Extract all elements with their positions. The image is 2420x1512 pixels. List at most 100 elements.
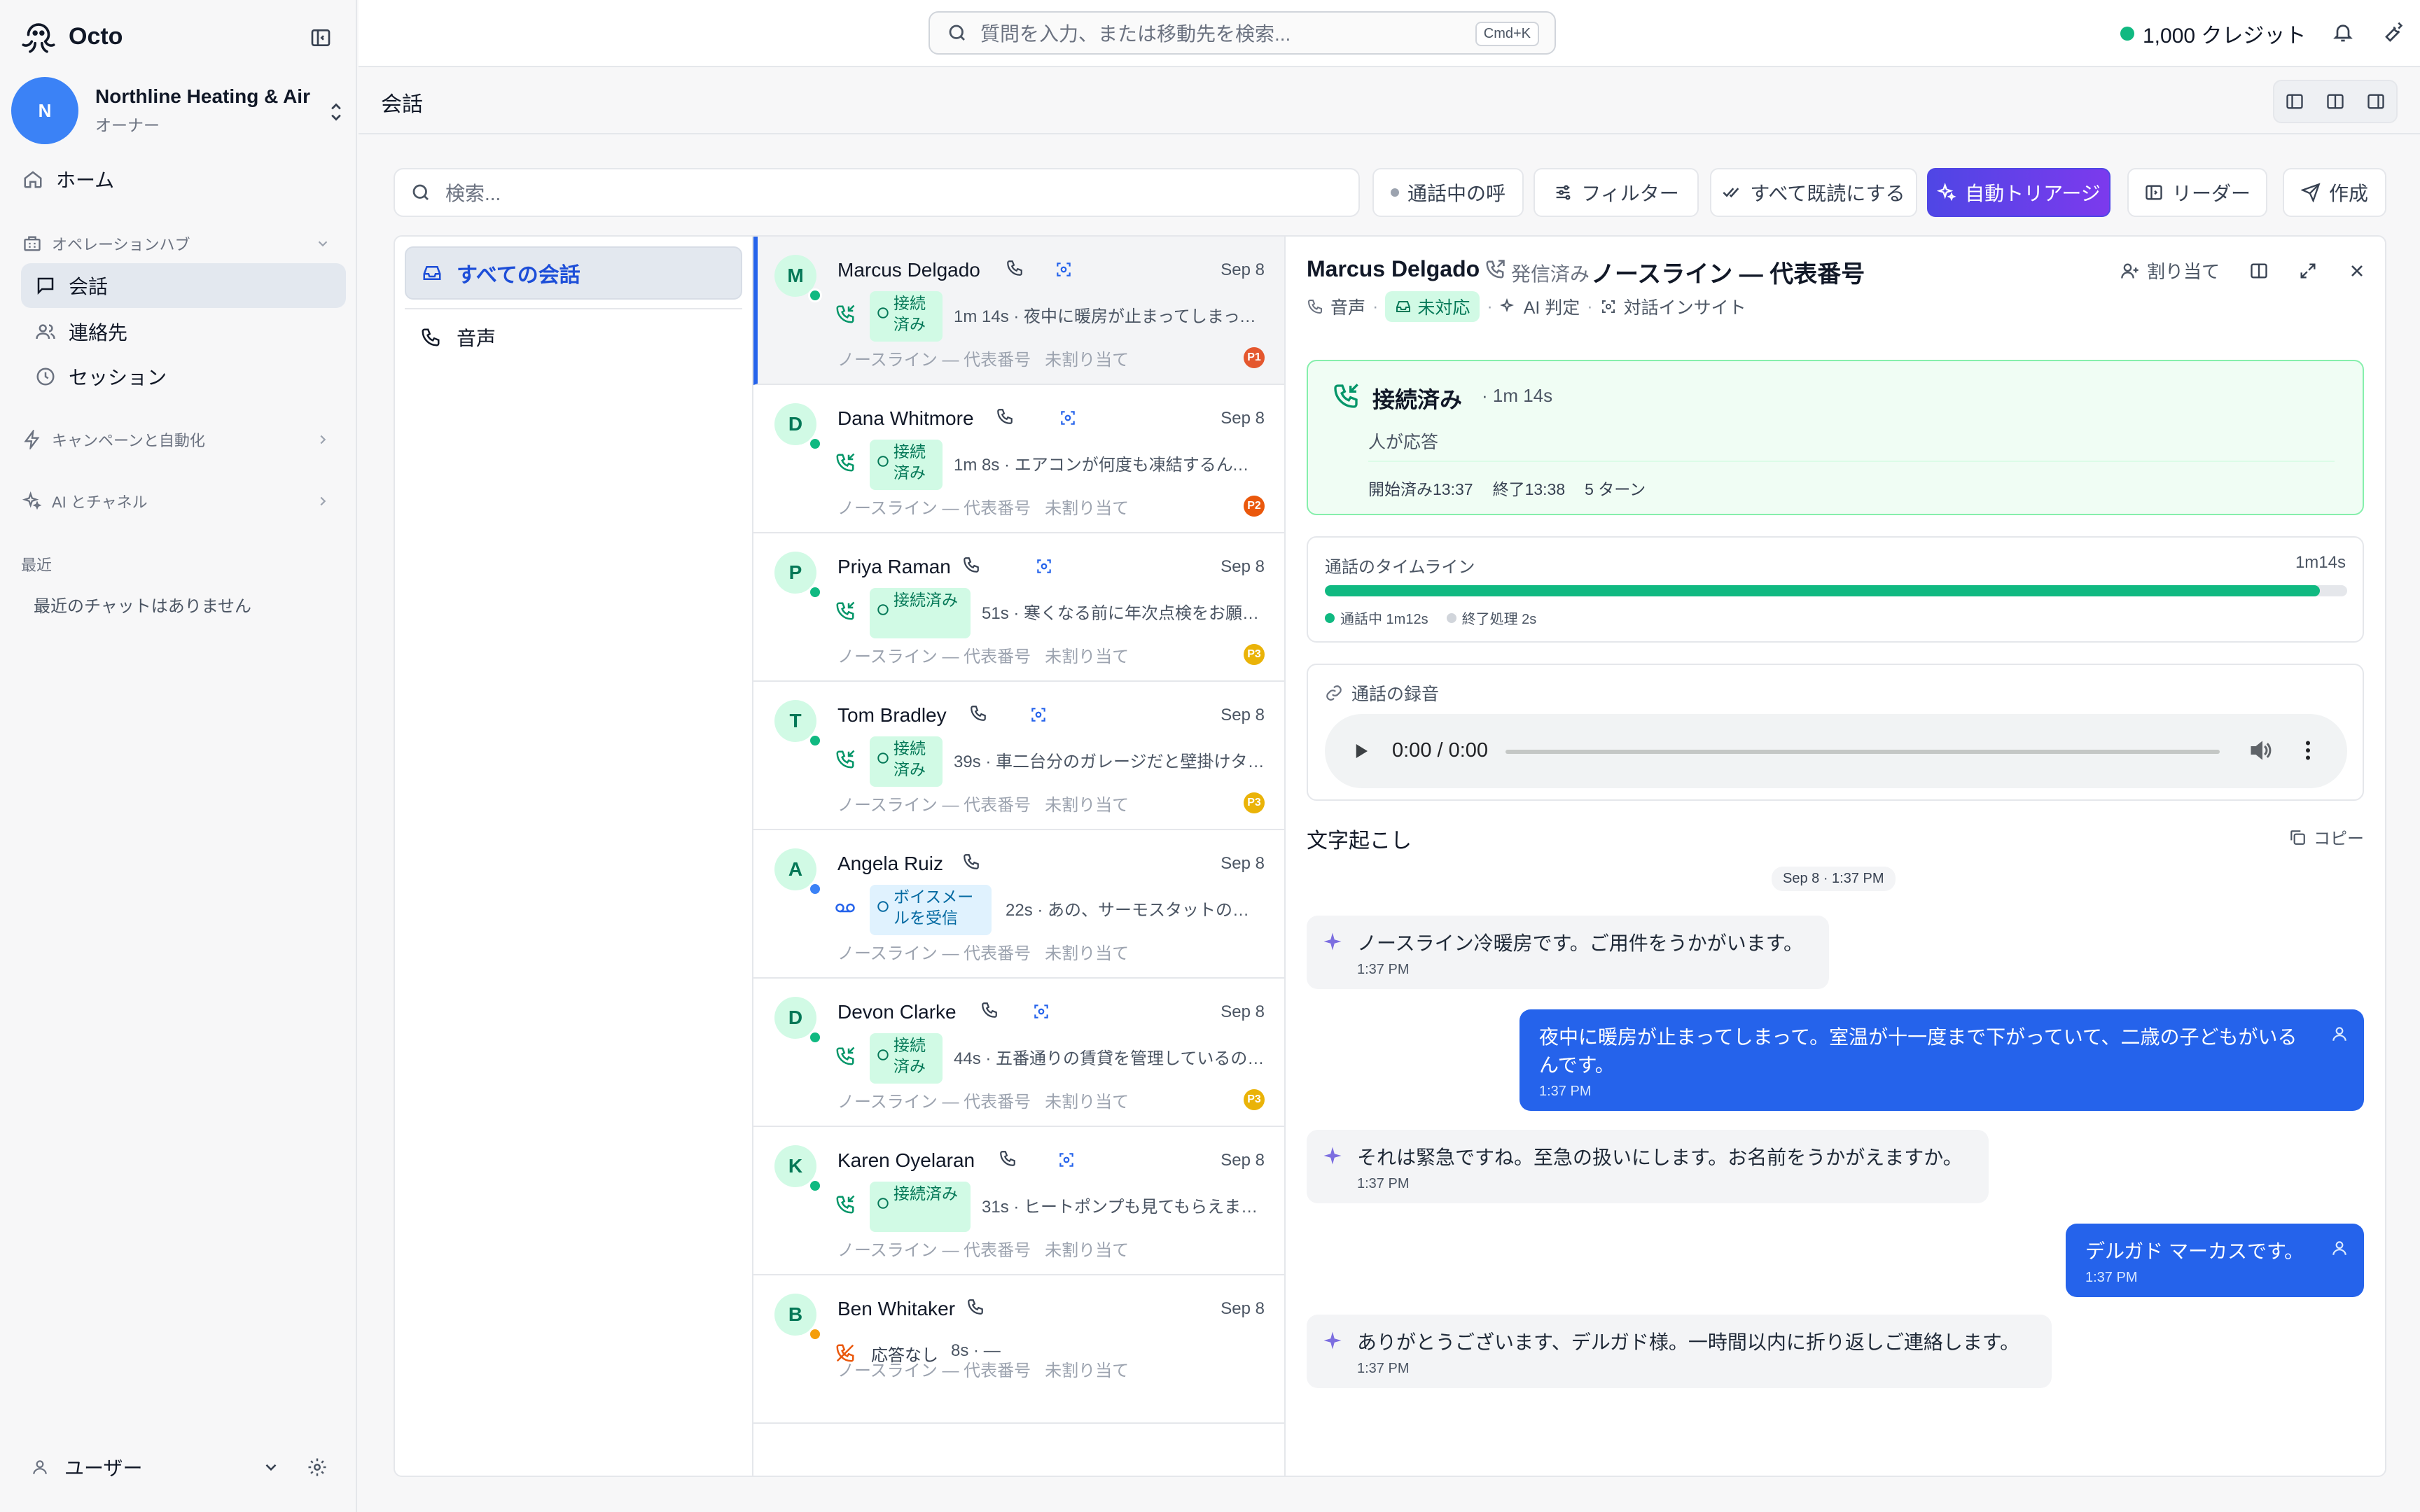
assignee: 未割り当て <box>1045 648 1129 666</box>
reader-label: リーダー <box>2171 183 2251 204</box>
org-switcher[interactable]: N Northline Heating & Air オーナー <box>11 77 346 144</box>
sidebar-item-contacts[interactable]: 連絡先 <box>35 318 127 346</box>
filter-voice[interactable]: 音声 <box>420 323 496 351</box>
scan-icon[interactable] <box>1035 557 1053 575</box>
ai-verdict[interactable]: AI 判定 <box>1524 294 1580 319</box>
sidebar-panel-icon[interactable] <box>2249 261 2269 281</box>
duration: 22s <box>1006 901 1033 920</box>
detail-line-name: ノースライン — 代表番号 <box>1591 261 1865 288</box>
active-calls-button[interactable]: 通話中の呼 <box>1372 168 1524 217</box>
volume-icon[interactable] <box>2248 738 2273 763</box>
bell-icon[interactable] <box>2332 21 2354 43</box>
call-status-title: 接続済み <box>1372 387 1463 412</box>
status-badge: 接続済み <box>870 1182 971 1232</box>
phone-icon <box>996 407 1014 426</box>
brand[interactable]: Octo <box>18 15 123 57</box>
snippet-text: · あの、サーモスタットの表示が消えてしまって… <box>1037 901 1265 920</box>
play-icon[interactable] <box>1350 741 1371 762</box>
conversation-date: Sep 8 <box>1221 854 1265 873</box>
credits-indicator[interactable]: 1,000 クレジット <box>2120 18 2306 49</box>
scan-icon[interactable] <box>1029 706 1048 724</box>
snippet-text: · エアコンが何度も凍結するんです… <box>1004 456 1265 475</box>
filter-all-conversations[interactable]: すべての会話 <box>405 246 742 300</box>
close-icon[interactable] <box>2347 261 2367 281</box>
copy-transcript-button[interactable]: コピー <box>2288 825 2364 849</box>
copy-icon <box>2288 828 2307 846</box>
avatar-initial: T <box>789 710 802 732</box>
conversation-row[interactable]: P Priya Raman Sep 8 接続済み 51s · 寒くなる前に年次点… <box>753 533 1284 682</box>
search-icon <box>947 22 968 43</box>
conversation-detail: Marcus Delgado 発信済み ノースライン — 代表番号 割り当て 音… <box>1286 237 2385 1476</box>
scan-icon[interactable] <box>1057 1151 1076 1169</box>
call-ended: 終了13:38 <box>1492 480 1566 498</box>
conversation-row[interactable]: T Tom Bradley Sep 8 接続済み 39s · 車二台分のガレージ… <box>753 682 1284 830</box>
status-badge: 接続済み <box>870 736 943 787</box>
wrench-icon[interactable] <box>2381 21 2403 43</box>
conversation-row[interactable]: M Marcus Delgado Sep 8 接続済み 1m 14s · 夜中に… <box>753 237 1284 385</box>
sidebar-section-operations[interactable]: オペレーションハブ <box>22 232 338 255</box>
conversation-row[interactable]: D Devon Clarke Sep 8 接続済み 44s · 五番通りの賃貸を… <box>753 979 1284 1127</box>
avatar-initial: P <box>788 561 802 583</box>
layout-split-icon[interactable] <box>2325 92 2345 111</box>
expand-icon[interactable] <box>2298 261 2318 281</box>
status-badge[interactable]: 未対応 <box>1385 291 1480 322</box>
sparkles-icon <box>1499 298 1517 315</box>
duration: 1m 14s <box>954 307 1009 326</box>
filter-button[interactable]: フィルター <box>1534 168 1699 217</box>
gear-icon[interactable] <box>307 1457 328 1478</box>
more-vertical-icon[interactable] <box>2295 738 2321 763</box>
check-circle-icon <box>877 307 889 319</box>
phone-outgoing-icon <box>1484 259 1505 280</box>
auto-triage-button[interactable]: 自動トリアージ <box>1927 168 2110 217</box>
layout-toggle[interactable] <box>2273 80 2398 123</box>
active-calls-label: 通話中の呼 <box>1407 183 1505 204</box>
call-recording-card: 通話の録音 0:00 / 0:00 <box>1307 664 2364 801</box>
compose-button[interactable]: 作成 <box>2283 168 2386 217</box>
conversation-search[interactable]: 検索... <box>394 168 1360 217</box>
global-search[interactable]: 質問を入力、または移動先を検索... Cmd+K <box>929 11 1556 55</box>
priority-badge: P2 <box>1244 496 1265 517</box>
conversation-row[interactable]: D Dana Whitmore Sep 8 接続済み 1m 8s · エアコンが… <box>753 385 1284 533</box>
sidebar-section-ai-channels[interactable]: AI とチャネル <box>22 490 338 512</box>
message-text: 夜中に暖房が止まってしまって。室温が十一度まで下がっていて、二歳の子どもがいるん… <box>1539 1026 2297 1076</box>
phone-icon <box>966 1298 985 1316</box>
sidebar-section-campaigns[interactable]: キャンペーンと自動化 <box>22 428 338 451</box>
conversation-search-placeholder: 検索... <box>445 183 501 204</box>
sidebar-item-label: セッション <box>69 367 167 388</box>
scan-icon[interactable] <box>1032 1002 1050 1021</box>
phone-icon <box>962 556 980 574</box>
status-badge-label: 接続済み <box>893 442 926 482</box>
legend-dot-wrap-up <box>1446 612 1456 623</box>
presence-dot <box>808 1179 822 1193</box>
sidebar-item-sessions[interactable]: セッション <box>35 363 167 391</box>
avatar-initial: K <box>788 1155 803 1177</box>
scan-icon[interactable] <box>1059 409 1077 427</box>
layout-right-panel-icon[interactable] <box>2366 92 2386 111</box>
sidebar-item-home[interactable]: ホーム <box>22 165 114 193</box>
scan-icon[interactable] <box>1055 260 1073 279</box>
agent-message: それは緊急ですね。至急の扱いにします。お名前をうかがえますか。 1:37 PM <box>1307 1130 1989 1203</box>
status-badge-label: ボイスメールを受信 <box>893 888 974 927</box>
message-time: 1:37 PM <box>1539 1084 1592 1099</box>
global-search-placeholder: 質問を入力、または移動先を検索... <box>980 23 1291 45</box>
conversation-row[interactable]: A Angela Ruiz Sep 8 ボイスメールを受信 22s · あの、サ… <box>753 830 1284 979</box>
user-menu[interactable]: ユーザー <box>31 1453 332 1481</box>
user-icon <box>31 1458 49 1476</box>
mark-all-read-button[interactable]: すべて既読にする <box>1710 168 1917 217</box>
status-badge: ボイスメールを受信 <box>870 885 992 935</box>
dialog-insights[interactable]: 対話インサイト <box>1624 294 1746 319</box>
sidebar-collapse-icon[interactable] <box>308 25 333 50</box>
conversation-row[interactable]: K Karen Oyelaran Sep 8 接続済み 31s · ヒートポンプ… <box>753 1127 1284 1275</box>
assign-button[interactable]: 割り当て <box>2120 258 2220 284</box>
assignee: 未割り当て <box>1045 796 1129 815</box>
reader-button[interactable]: リーダー <box>2127 168 2267 217</box>
layout-left-panel-icon[interactable] <box>2285 92 2304 111</box>
contact-name: Angela Ruiz <box>837 853 943 874</box>
phone-incoming-icon <box>835 452 856 473</box>
recent-title: 最近 <box>21 556 53 574</box>
assignee: 未割り当て <box>1045 1362 1129 1380</box>
player-seek-bar[interactable] <box>1505 750 2220 754</box>
sidebar-item-conversations[interactable]: 会話 <box>21 263 346 308</box>
conversation-row[interactable]: B Ben Whitaker Sep 8 応答なし 8s · — ノースライン … <box>753 1275 1284 1424</box>
conversation-snippet: 39s · 車二台分のガレージだと壁掛けタイプで足りますか… <box>954 748 1265 772</box>
